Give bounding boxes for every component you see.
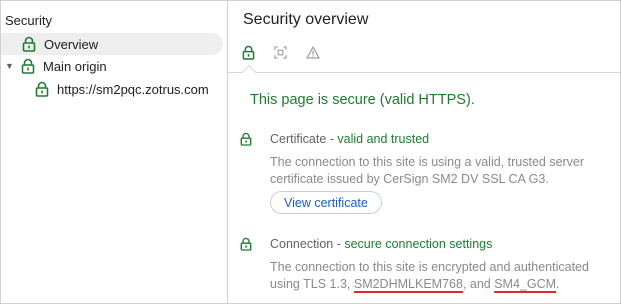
tab-info[interactable] xyxy=(274,41,306,63)
connection-text: , and xyxy=(462,277,495,291)
lock-icon xyxy=(240,132,252,146)
heading-separator: - xyxy=(333,237,345,251)
tab-secure[interactable] xyxy=(242,41,274,63)
security-summary: This page is secure (valid HTTPS). xyxy=(250,92,475,108)
security-sidebar: Security Overview ▼ Main origin https://… xyxy=(1,1,227,303)
lock-icon xyxy=(242,45,255,60)
cipher-value: SM4_GCM xyxy=(494,277,557,291)
security-overview-pane: Security overview This page is secure (v xyxy=(228,1,620,303)
connection-description: The connection to this site is encrypted… xyxy=(270,259,612,293)
lock-icon xyxy=(240,237,252,251)
summary-icons xyxy=(242,41,338,63)
sidebar-item-origin[interactable]: https://sm2pqc.zotrus.com xyxy=(1,78,223,100)
tab-selection-notch xyxy=(241,64,257,80)
lock-icon xyxy=(21,58,35,74)
certificate-status: valid and trusted xyxy=(337,132,430,146)
heading-separator: - xyxy=(326,132,338,146)
tab-divider xyxy=(228,72,620,73)
lock-icon xyxy=(35,81,49,97)
connection-label: Connection xyxy=(270,237,334,251)
sidebar-item-label: Overview xyxy=(44,36,99,52)
sidebar-title: Security xyxy=(5,13,52,28)
sidebar-item-main-origin[interactable]: ▼ Main origin xyxy=(1,55,223,77)
chevron-down-icon[interactable]: ▼ xyxy=(5,61,19,71)
warning-icon xyxy=(306,45,320,59)
connection-heading: Connection - secure connection settings xyxy=(270,237,492,251)
sidebar-item-label: Main origin xyxy=(43,58,107,74)
lock-icon xyxy=(22,36,36,52)
connection-text: . xyxy=(556,277,560,291)
view-certificate-button[interactable]: View certificate xyxy=(270,191,382,214)
connection-status: secure connection settings xyxy=(344,237,493,251)
tab-insecure[interactable] xyxy=(306,41,338,63)
key-exchange-value: SM2DHMLKEM768 xyxy=(353,277,463,291)
screen-capture-icon xyxy=(274,45,287,59)
page-title: Security overview xyxy=(243,11,369,28)
certificate-description: The connection to this site is using a v… xyxy=(270,155,585,186)
origin-url: https://sm2pqc.zotrus.com xyxy=(57,81,209,97)
sidebar-item-overview[interactable]: Overview xyxy=(1,33,223,55)
certificate-label: Certificate xyxy=(270,132,327,146)
certificate-heading: Certificate - valid and trusted xyxy=(270,132,429,146)
